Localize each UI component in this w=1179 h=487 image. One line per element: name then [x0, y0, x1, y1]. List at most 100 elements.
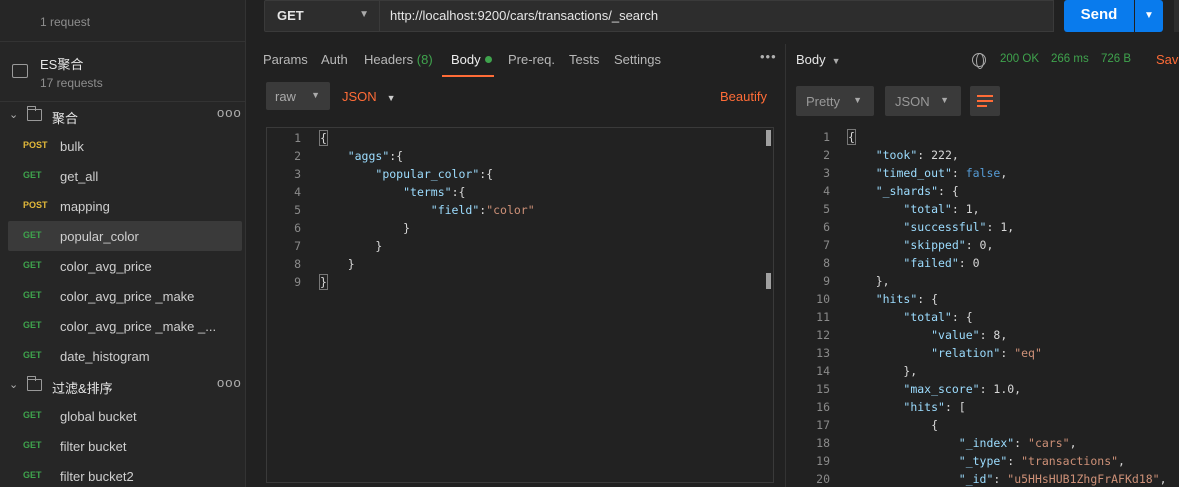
code-line: "max_score": 1.0, [903, 382, 1022, 396]
request-item-color-avg-price-make[interactable]: GET color_avg_price _make [8, 281, 242, 311]
line-number: 16 [816, 400, 830, 414]
sidebar: 1 request ES聚合 17 requests ⌄ 聚合 ooo POST… [0, 0, 246, 487]
method-badge: GET [23, 260, 42, 270]
url-value: http://localhost:9200/cars/transactions/… [390, 8, 659, 23]
tab-headers[interactable]: Headers (8) [364, 52, 433, 67]
request-name: bulk [60, 139, 84, 154]
request-item-date-histogram[interactable]: GET date_histogram [8, 341, 242, 371]
code-line: "total": { [903, 310, 973, 324]
chevron-down-icon[interactable]: ⌄ [9, 378, 18, 391]
chevron-down-icon[interactable]: ⌄ [9, 108, 18, 121]
chevron-down-icon: ▼ [311, 90, 320, 100]
line-number: 1 [294, 131, 301, 145]
beautify-button[interactable]: Beautify [720, 89, 767, 104]
collection-icon [12, 64, 28, 78]
collection-request-count: 17 requests [40, 76, 103, 90]
line-number: 1 [823, 130, 830, 144]
line-number: 19 [816, 454, 830, 468]
request-item-global-bucket[interactable]: GET global bucket [8, 401, 242, 431]
method-badge: GET [23, 440, 42, 450]
code-line: { [319, 130, 328, 146]
code-line: "timed_out": false, [875, 166, 1008, 180]
request-item-bulk[interactable]: POST bulk [8, 131, 242, 161]
folder-icon [27, 106, 42, 121]
code-line: } [320, 257, 355, 271]
folder-aggregation[interactable]: ⌄ 聚合 ooo [0, 103, 245, 129]
code-line: }, [848, 274, 890, 288]
request-body-editor[interactable]: 1 2 3 4 5 6 7 8 9 { "aggs":{ "popular_color":{ "… [266, 127, 774, 483]
url-input[interactable]: http://localhost:9200/cars/transactions/… [380, 0, 1054, 32]
method-badge: GET [23, 350, 42, 360]
send-button[interactable]: Send [1064, 0, 1134, 32]
send-options-dropdown[interactable]: ▼ [1135, 0, 1163, 32]
request-item-get-all[interactable]: GET get_all [8, 161, 242, 191]
globe-icon[interactable] [972, 53, 986, 69]
collection-item[interactable]: 1 request [0, 0, 245, 40]
scrollbar-top[interactable] [766, 130, 771, 146]
more-options-icon[interactable]: ••• [760, 49, 777, 64]
request-item-color-avg-price[interactable]: GET color_avg_price [8, 251, 242, 281]
code-line: { [848, 418, 939, 432]
view-mode-select[interactable]: Pretty ▼ [796, 86, 874, 116]
line-number: 4 [823, 184, 830, 198]
folder-name: 过滤&排序 [52, 381, 113, 396]
request-item-filter-bucket2[interactable]: GET filter bucket2 [8, 461, 242, 487]
collection-item-es[interactable]: ES聚合 17 requests [0, 42, 245, 100]
line-number: 2 [823, 148, 830, 162]
code-line: } [320, 221, 411, 235]
line-number: 8 [294, 257, 301, 271]
code-line: "terms":{ [403, 185, 466, 199]
line-number: 9 [294, 275, 301, 289]
code-line: "hits": { [875, 292, 939, 306]
line-number: 4 [294, 185, 301, 199]
chevron-down-icon: ▼ [831, 56, 841, 66]
response-size: 726 B [1101, 53, 1132, 65]
body-type-select[interactable]: raw ▼ [266, 82, 330, 110]
body-options: raw ▼ JSON ▼ Beautify [254, 82, 785, 116]
chevron-down-icon: ▼ [386, 93, 396, 103]
line-number: 15 [816, 382, 830, 396]
response-body-content[interactable]: { "took": 222, "timed_out": false, "_sha… [847, 128, 1167, 487]
response-body-tab[interactable]: Body ▼ [796, 52, 841, 67]
tab-tests[interactable]: Tests [569, 52, 599, 67]
save-response-button[interactable]: Save [1156, 52, 1179, 67]
tab-body[interactable]: Body [451, 52, 492, 67]
more-options-icon[interactable]: ooo [217, 105, 242, 120]
folder-filter-sort[interactable]: ⌄ 过滤&排序 ooo [0, 373, 245, 399]
response-time: 266 ms [1051, 53, 1089, 65]
line-number: 7 [294, 239, 301, 253]
code-line: { [847, 129, 856, 145]
save-button-edge[interactable] [1174, 0, 1179, 32]
method-badge: GET [23, 470, 42, 480]
scrollbar-thumb[interactable] [766, 273, 771, 289]
tab-settings[interactable]: Settings [614, 52, 661, 67]
request-item-filter-bucket[interactable]: GET filter bucket [8, 431, 242, 461]
folder-name: 聚合 [52, 111, 79, 126]
code-line: "_index": "cars", [958, 436, 1077, 450]
request-item-popular-color[interactable]: GET popular_color [8, 221, 242, 251]
more-options-icon[interactable]: ooo [217, 375, 242, 390]
request-item-mapping[interactable]: POST mapping [8, 191, 242, 221]
tab-headers-label: Headers [364, 52, 414, 67]
code-content[interactable]: { "aggs":{ "popular_color":{ "terms":{ "… [319, 129, 535, 291]
method-value: GET [277, 8, 304, 23]
wrap-lines-icon[interactable] [970, 86, 1000, 116]
format-select[interactable]: JSON ▼ [342, 89, 396, 104]
tab-params[interactable]: Params [263, 52, 308, 67]
response-format-select[interactable]: JSON ▼ [885, 86, 961, 116]
request-url-bar: GET ▼ http://localhost:9200/cars/transac… [254, 0, 1179, 38]
request-name: mapping [60, 199, 110, 214]
code-line: "took": 222, [875, 148, 959, 162]
request-name: filter bucket2 [60, 469, 134, 484]
request-item-color-avg-price-make-2[interactable]: GET color_avg_price _make _... [8, 311, 242, 341]
response-format-value: JSON [895, 94, 930, 109]
line-number: 5 [294, 203, 301, 217]
chevron-down-icon: ▼ [940, 95, 949, 105]
active-dot-icon [484, 56, 492, 63]
code-line: "successful": 1, [903, 220, 1015, 234]
divider [0, 101, 245, 102]
tab-auth[interactable]: Auth [321, 52, 348, 67]
code-line: "_type": "transactions", [958, 454, 1125, 468]
method-select[interactable]: GET ▼ [264, 0, 380, 32]
tab-prereq[interactable]: Pre-req. [508, 52, 555, 67]
